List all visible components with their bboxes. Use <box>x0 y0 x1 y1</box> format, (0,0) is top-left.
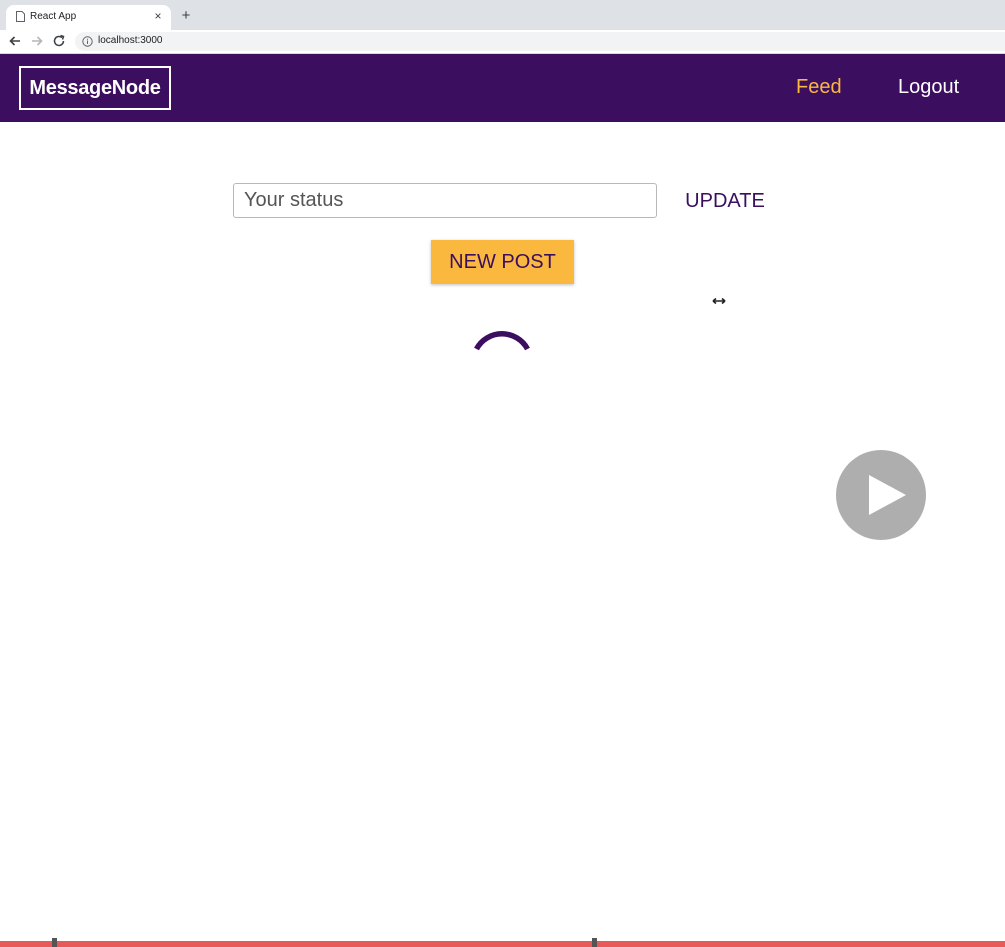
new-post-button[interactable]: NEW POST <box>431 240 574 284</box>
browser-tab-bar: React App × + <box>0 0 1005 30</box>
address-bar[interactable]: localhost:3000 <box>75 32 1005 51</box>
resize-cursor-icon <box>712 297 726 305</box>
tab-title: React App <box>30 11 77 22</box>
update-button[interactable]: UPDATE <box>676 184 774 218</box>
document-icon <box>16 11 25 22</box>
url-text: localhost:3000 <box>98 35 163 46</box>
video-play-overlay[interactable] <box>836 450 926 540</box>
app-header: MessageNode Feed Logout <box>0 54 1005 122</box>
logo[interactable]: MessageNode <box>19 66 171 110</box>
info-icon[interactable] <box>82 36 93 47</box>
progress-marker[interactable] <box>52 938 57 947</box>
new-tab-button[interactable]: + <box>178 8 194 24</box>
video-progress-bar[interactable] <box>0 941 1005 947</box>
browser-toolbar: localhost:3000 <box>0 30 1005 54</box>
close-icon[interactable]: × <box>151 9 165 23</box>
browser-tab[interactable]: React App × <box>6 5 171 30</box>
progress-marker[interactable] <box>592 938 597 947</box>
play-icon <box>869 475 906 515</box>
loading-spinner-icon <box>474 331 530 351</box>
reload-icon[interactable] <box>51 33 67 49</box>
forward-arrow-icon[interactable] <box>29 33 45 49</box>
nav-logout-link[interactable]: Logout <box>898 76 959 99</box>
nav-feed-link[interactable]: Feed <box>796 76 842 99</box>
back-arrow-icon[interactable] <box>7 33 23 49</box>
status-input[interactable] <box>233 183 657 218</box>
